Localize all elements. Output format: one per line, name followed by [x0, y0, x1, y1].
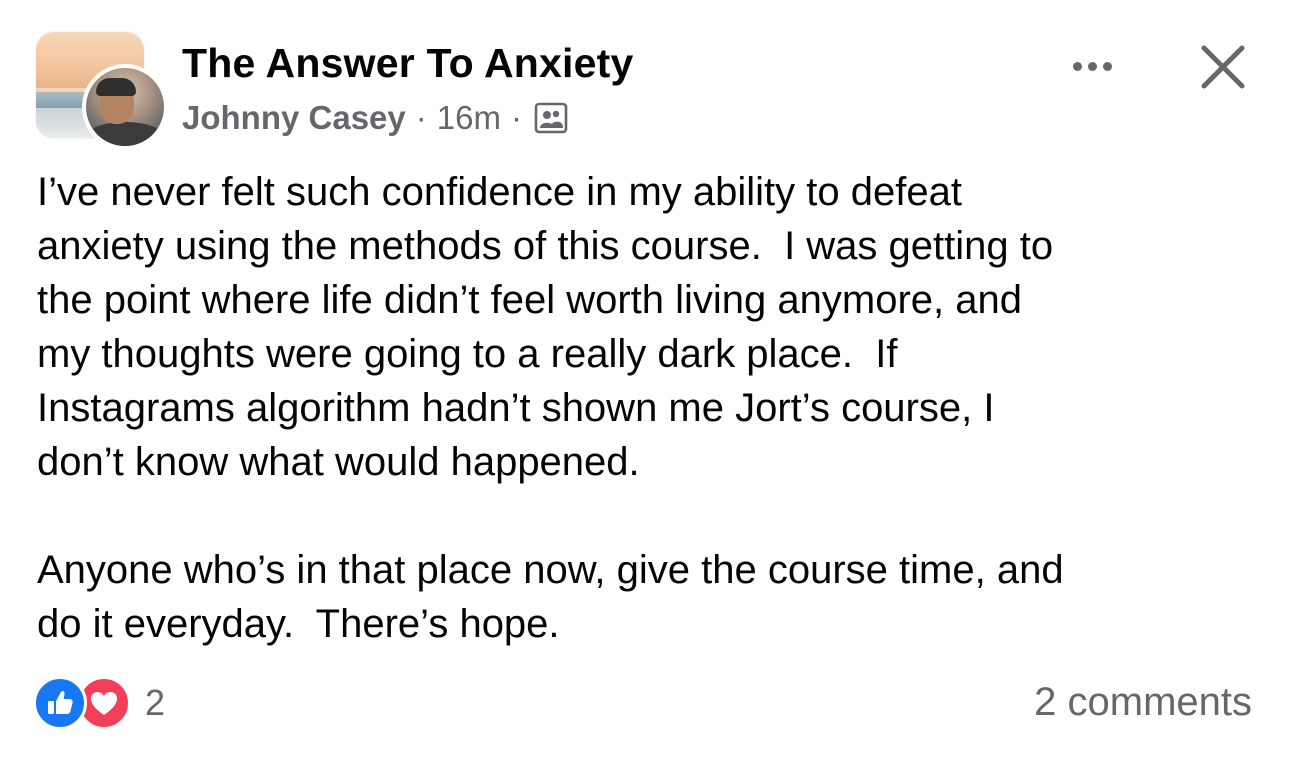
meta-separator: ·: [415, 99, 427, 136]
more-options-icon[interactable]: [1060, 46, 1124, 86]
group-name-link[interactable]: The Answer To Anxiety: [182, 40, 633, 87]
post-paragraph: Anyone who’s in that place now, give the…: [37, 548, 1064, 646]
post-timestamp[interactable]: 16m: [437, 99, 501, 137]
author-name-link[interactable]: Johnny Casey: [182, 99, 406, 137]
comments-count-link[interactable]: 2 comments: [1034, 680, 1252, 725]
post-paragraph: I’ve never felt such confidence in my ab…: [37, 170, 1054, 484]
reactions-summary[interactable]: 2: [33, 676, 166, 730]
close-icon[interactable]: [1196, 40, 1250, 94]
post-meta: Johnny Casey · 16m ·: [182, 97, 568, 139]
like-reaction-icon: [33, 676, 87, 730]
author-avatar[interactable]: [82, 64, 168, 150]
post-avatar[interactable]: [36, 32, 168, 150]
reaction-count: 2: [145, 682, 166, 723]
post-card: The Answer To Anxiety Johnny Casey · 16m…: [0, 0, 1290, 770]
post-body: I’ve never felt such confidence in my ab…: [37, 165, 1252, 651]
group-members-icon[interactable]: [534, 101, 568, 135]
meta-separator: ·: [510, 99, 522, 136]
